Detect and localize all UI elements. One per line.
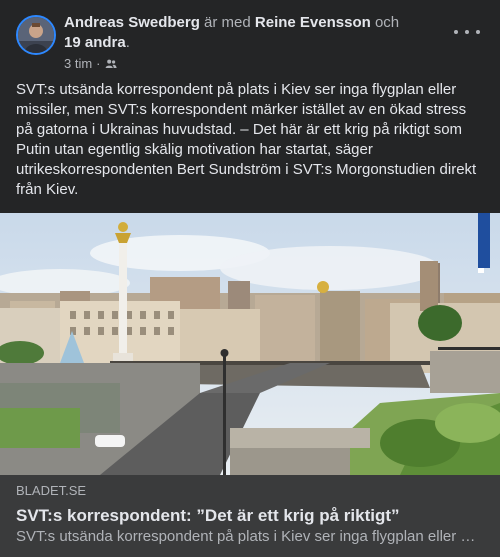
post-meta: 3 tim ·	[64, 56, 117, 71]
feed-post: Andreas Swedberg är med Reine Evensson o…	[0, 0, 500, 557]
post-actors: Andreas Swedberg är med Reine Evensson o…	[64, 13, 444, 53]
meta-separator: ·	[96, 56, 101, 71]
others-link[interactable]: 19 andra	[64, 34, 126, 51]
kiev-square-photo	[0, 213, 500, 475]
link-description: SVT:s utsända korrespondent på plats i K…	[16, 528, 476, 545]
tagged-name-link[interactable]: Reine Evensson	[255, 14, 371, 31]
post-header: Andreas Swedberg är med Reine Evensson o…	[0, 0, 500, 78]
link-domain: BLADET.SE	[16, 483, 87, 498]
author-name-link[interactable]: Andreas Swedberg	[64, 14, 200, 31]
avatar[interactable]	[16, 15, 56, 55]
friends-icon[interactable]	[105, 58, 117, 70]
more-dot	[465, 30, 469, 34]
more-dot	[476, 30, 480, 34]
more-dot	[454, 30, 458, 34]
link-title[interactable]: SVT:s korrespondent: ”Det är ett krig på…	[16, 505, 484, 527]
period-text: .	[125, 34, 130, 51]
post-text: SVT:s utsända korrespondent på plats i K…	[16, 81, 477, 198]
link-preview-image[interactable]	[0, 213, 500, 475]
link-preview-card[interactable]: BLADET.SE SVT:s korrespondent: ”Det är e…	[0, 475, 500, 557]
post-timestamp[interactable]: 3 tim	[64, 56, 92, 71]
more-icon[interactable]	[454, 22, 480, 42]
with-text: är med	[199, 14, 255, 31]
avatar-image	[18, 17, 54, 53]
and-text: och	[370, 14, 400, 31]
